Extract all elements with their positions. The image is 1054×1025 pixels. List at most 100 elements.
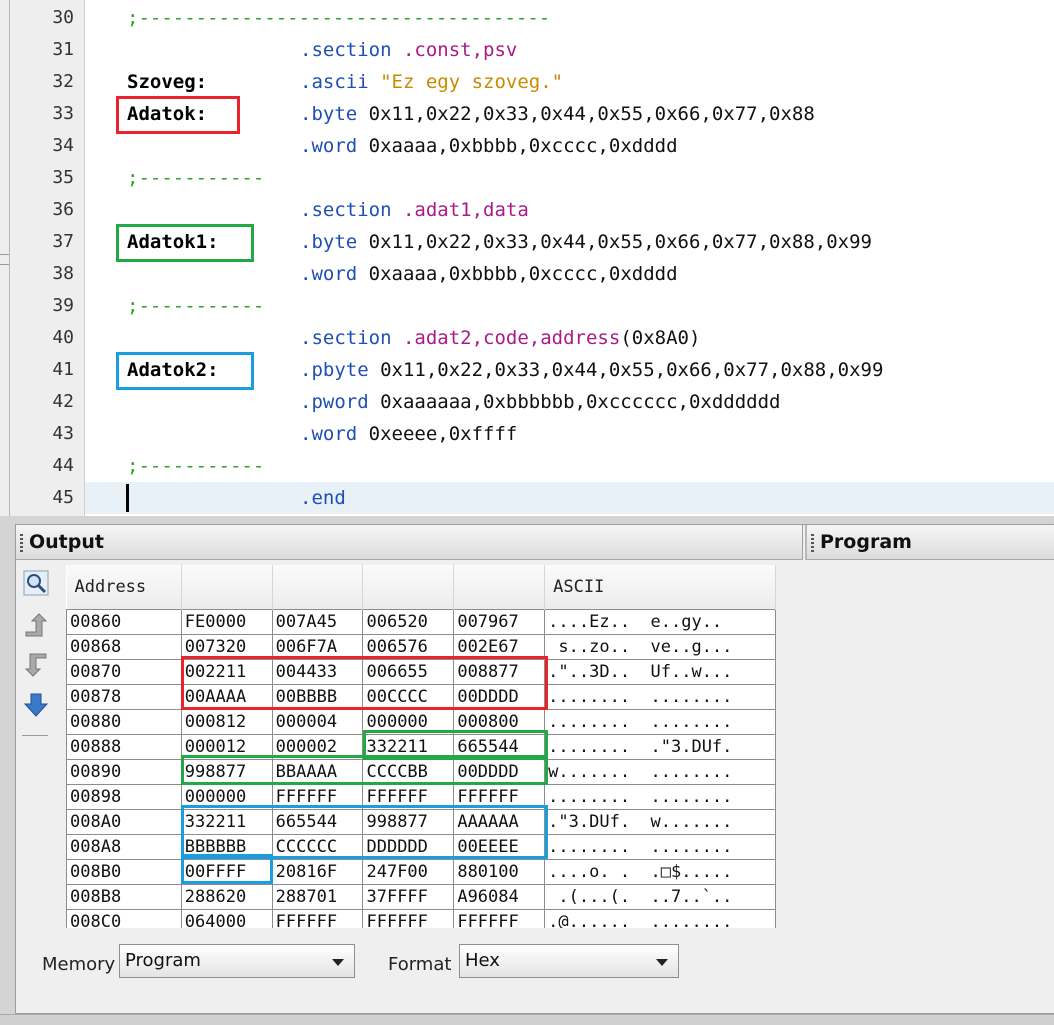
- hex-cell: FFFFFF: [362, 784, 455, 810]
- download-arrow-icon[interactable]: [22, 691, 50, 719]
- line-number: 35: [52, 167, 74, 188]
- ascii-cell: ."..3D.. Uf..w...: [544, 659, 776, 685]
- address-cell: 00888: [66, 734, 182, 760]
- chevron-down-icon: [656, 959, 668, 966]
- code-directive: .section: [300, 39, 392, 61]
- line-number: 44: [52, 455, 74, 476]
- hex-cell: 007A45: [271, 609, 364, 635]
- code-argument: 0xaaaa,0xbbbb,0xcccc,0xdddd: [368, 135, 678, 157]
- table-row[interactable]: 00888 000012 000002 332211 665544........ ."…: [66, 734, 776, 760]
- address-cell: 008A0: [66, 809, 182, 835]
- table-row[interactable]: 008C0 064000 FFFFFF FFFFFF FFFFFF .@...... ..…: [66, 909, 776, 928]
- output-options-bar: Memory Program Format Hex: [16, 930, 1054, 990]
- ascii-column-header[interactable]: ASCII: [544, 565, 776, 610]
- hex-cell: 000012: [180, 734, 273, 760]
- code-line[interactable]: .section .adat2,code,address(0x8A0): [85, 322, 1054, 354]
- data-column-header[interactable]: [181, 565, 273, 610]
- code-line[interactable]: ;-----------: [85, 450, 1054, 482]
- code-area[interactable]: ;------------------------------------ .se…: [85, 0, 1054, 516]
- code-instruction: .word 0xeeee,0xffff: [300, 418, 517, 450]
- step-over-icon[interactable]: [22, 611, 50, 639]
- code-line[interactable]: .section .adat1,data: [85, 194, 1054, 226]
- line-number: 34: [52, 135, 74, 156]
- code-line[interactable]: ;-----------: [85, 290, 1054, 322]
- address-cell: 008A8: [66, 834, 182, 860]
- ascii-cell: ........ ........: [544, 684, 776, 710]
- code-directive: .word: [300, 135, 358, 157]
- hex-cell: 007320: [180, 634, 273, 660]
- hex-cell: BBBBBB: [180, 834, 273, 860]
- code-line[interactable]: .word 0xaaaa,0xbbbb,0xcccc,0xdddd: [85, 258, 1054, 290]
- data-column-header[interactable]: [362, 565, 455, 610]
- table-row[interactable]: 008B0 00FFFF 20816F 247F00 880100 ....o. . .□…: [66, 859, 776, 885]
- code-line[interactable]: .end: [85, 482, 1054, 514]
- code-instruction: .pword 0xaaaaaa,0xbbbbbb,0xcccccc,0xdddd…: [300, 386, 780, 418]
- hex-cell: 000000: [180, 784, 273, 810]
- line-number: 39: [52, 295, 74, 316]
- ascii-cell: ....Ez.. e..gy..: [544, 609, 776, 635]
- hex-cell: 665544: [453, 734, 546, 760]
- address-cell: 00898: [66, 784, 182, 810]
- memory-select[interactable]: Program: [119, 944, 355, 978]
- code-line[interactable]: .section .const,psv: [85, 34, 1054, 66]
- hex-cell: 000004: [271, 709, 364, 735]
- search-icon[interactable]: [22, 569, 50, 597]
- code-line[interactable]: .word 0xeeee,0xffff: [85, 418, 1054, 450]
- editor-left-strip: [0, 0, 10, 516]
- code-directive: .end: [300, 487, 346, 509]
- code-editor[interactable]: 30 31 32 33 34 35 36 37 38 39 40 41 42 43 44 45 ;------…: [0, 0, 1054, 516]
- code-line[interactable]: ;------------------------------------: [85, 2, 1054, 34]
- format-select[interactable]: Hex: [459, 944, 679, 978]
- hex-cell: 20816F: [271, 859, 364, 885]
- hex-cell: 37FFFF: [362, 884, 455, 910]
- table-row[interactable]: 008B8 288620 288701 37FFFF A96084 .(...(. ..…: [66, 884, 776, 910]
- step-back-icon[interactable]: [22, 651, 50, 679]
- format-select-value: Hex: [465, 950, 500, 971]
- table-row[interactable]: 00878 00AAAA 00BBBB 00CCCC 00DDDD........ ..…: [66, 684, 776, 710]
- table-row[interactable]: 008A8 BBBBBB CCCCCC DDDDDD 00EEEE........ ..…: [66, 834, 776, 860]
- code-argument: 0xaaaa,0xbbbb,0xcccc,0xdddd: [368, 263, 678, 285]
- data-column-header[interactable]: [272, 565, 364, 610]
- line-number: 42: [52, 391, 74, 412]
- hex-cell: 00BBBB: [271, 684, 364, 710]
- code-line[interactable]: Szoveg: .ascii "Ez egy szoveg.": [85, 66, 1054, 98]
- line-number-gutter: 30 31 32 33 34 35 36 37 38 39 40 41 42 43 44 45: [10, 0, 85, 516]
- table-row[interactable]: 00870 002211 004433 006655 008877 ."..3D.. Uf…: [66, 659, 776, 685]
- code-instruction: .section .adat2,code,address(0x8A0): [300, 322, 700, 354]
- code-line[interactable]: .pword 0xaaaaaa,0xbbbbbb,0xcccccc,0xdddd…: [85, 386, 1054, 418]
- table-row[interactable]: 00890 998877 BBAAAA CCCCBB 00DDDD w....... ..…: [66, 759, 776, 785]
- code-instruction: .section .const,psv: [300, 34, 517, 66]
- hex-cell: FE0000: [180, 609, 273, 635]
- hex-cell: 00DDDD: [453, 684, 546, 710]
- code-line[interactable]: ;-----------: [85, 162, 1054, 194]
- code-comment: ;-----------: [127, 455, 265, 477]
- table-row[interactable]: 00880 000812 000004 000000 000800........ ..…: [66, 709, 776, 735]
- output-panel-header[interactable]: Output: [16, 525, 803, 560]
- code-line[interactable]: .word 0xaaaa,0xbbbb,0xcccc,0xdddd: [85, 130, 1054, 162]
- code-instruction: .byte 0x11,0x22,0x33,0x44,0x55,0x66,0x77…: [300, 226, 872, 258]
- address-cell: 00878: [66, 684, 182, 710]
- code-directive: .ascii: [300, 71, 369, 93]
- table-row[interactable]: 00868 007320 006F7A 006576 002E67 s..zo.. ve…: [66, 634, 776, 660]
- hex-cell: CCCCBB: [362, 759, 455, 785]
- code-argument: 0xeeee,0xffff: [368, 423, 518, 445]
- table-row[interactable]: 008A0 332211 665544 998877 AAAAAA ."3.DUf. w.…: [66, 809, 776, 835]
- program-panel-header[interactable]: Program: [805, 525, 1054, 560]
- hex-cell: 288620: [180, 884, 273, 910]
- table-row[interactable]: 00898 000000 FFFFFF FFFFFF FFFFFF........ ..…: [66, 784, 776, 810]
- hex-cell: 00DDDD: [453, 759, 546, 785]
- code-instruction: .word 0xaaaa,0xbbbb,0xcccc,0xdddd: [300, 258, 678, 290]
- hex-cell: 000000: [362, 709, 455, 735]
- hex-cell: 00FFFF: [180, 859, 273, 885]
- code-directive: .byte: [300, 103, 358, 125]
- memory-table[interactable]: Address ASCII 00860 FE0000 007A45 006520 0079…: [66, 565, 776, 928]
- table-row[interactable]: 00860 FE0000 007A45 006520 007967 ....Ez.. e.…: [66, 609, 776, 635]
- code-directive: .pword: [300, 391, 369, 413]
- hex-cell: A96084: [453, 884, 546, 910]
- hex-cell: 000812: [180, 709, 273, 735]
- line-number: 38: [52, 263, 74, 284]
- ascii-cell: .@...... ........: [544, 909, 776, 928]
- address-column-header[interactable]: Address: [66, 565, 182, 610]
- data-column-header[interactable]: [453, 565, 546, 610]
- code-argument: .const,psv: [402, 39, 518, 61]
